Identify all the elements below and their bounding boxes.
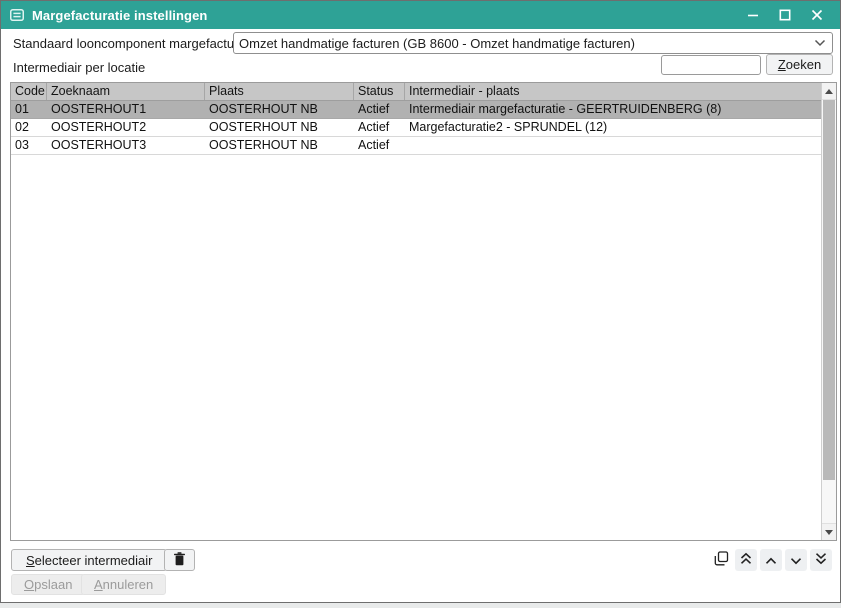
table-row[interactable]: 02 OOSTERHOUT2 OOSTERHOUT NB Actief Marg… (11, 119, 821, 137)
form-window-icon (10, 9, 24, 21)
column-header-status[interactable]: Status (354, 83, 405, 100)
table-body: 01 OOSTERHOUT1 OOSTERHOUT NB Actief Inte… (11, 101, 821, 540)
triangle-down-icon (825, 530, 833, 535)
trash-icon (173, 552, 186, 569)
copy-icon (714, 551, 729, 569)
next-record-button[interactable] (785, 549, 807, 571)
column-header-code[interactable]: Code (11, 83, 47, 100)
cell-status: Actief (354, 101, 405, 118)
triangle-up-icon (825, 89, 833, 94)
previous-record-button[interactable] (760, 549, 782, 571)
intermediair-table: Code Zoeknaam Plaats Status Intermediair… (10, 82, 837, 541)
cell-code: 01 (11, 101, 47, 118)
chevron-down-icon (814, 39, 826, 47)
cell-code: 03 (11, 137, 47, 154)
chevron-down-icon (790, 553, 802, 568)
cell-zoeknaam: OOSTERHOUT3 (47, 137, 205, 154)
margefacturatie-window: Margefacturatie instellingen Standaard l… (0, 0, 841, 603)
minimize-button[interactable] (744, 6, 762, 24)
first-record-button[interactable] (735, 549, 757, 571)
window-title: Margefacturatie instellingen (32, 8, 207, 23)
scroll-down-button[interactable] (822, 523, 836, 540)
cell-code: 02 (11, 119, 47, 136)
opslaan-button[interactable]: Opslaan (11, 574, 85, 595)
cell-plaats: OOSTERHOUT NB (205, 119, 354, 136)
column-header-plaats[interactable]: Plaats (205, 83, 354, 100)
double-chevron-up-icon (740, 552, 752, 568)
vertical-scrollbar[interactable] (821, 83, 836, 540)
selecteer-intermediair-button[interactable]: Selecteer intermediair (11, 549, 167, 571)
record-navigation (710, 549, 832, 571)
delete-button[interactable] (164, 549, 195, 571)
table-row[interactable]: 03 OOSTERHOUT3 OOSTERHOUT NB Actief (11, 137, 821, 155)
scrollbar-thumb[interactable] (823, 100, 835, 480)
window-controls (744, 6, 826, 24)
table-header: Code Zoeknaam Plaats Status Intermediair… (11, 83, 821, 101)
chevron-up-icon (765, 553, 777, 568)
cell-intermediair: Margefacturatie2 - SPRUNDEL (12) (405, 119, 821, 136)
column-header-zoeknaam[interactable]: Zoeknaam (47, 83, 205, 100)
scroll-up-button[interactable] (822, 83, 836, 100)
cell-zoeknaam: OOSTERHOUT1 (47, 101, 205, 118)
cell-status: Actief (354, 137, 405, 154)
close-button[interactable] (808, 6, 826, 24)
looncomponent-label: Standaard looncomponent margefacturatie (13, 36, 259, 51)
cell-plaats: OOSTERHOUT NB (205, 137, 354, 154)
search-input[interactable] (661, 55, 761, 75)
double-chevron-down-icon (815, 552, 827, 568)
cell-zoeknaam: OOSTERHOUT2 (47, 119, 205, 136)
cell-status: Actief (354, 119, 405, 136)
cell-plaats: OOSTERHOUT NB (205, 101, 354, 118)
table-row[interactable]: 01 OOSTERHOUT1 OOSTERHOUT NB Actief Inte… (11, 101, 821, 119)
zoeken-button[interactable]: Zoeken (766, 54, 833, 75)
maximize-button[interactable] (776, 6, 794, 24)
intermediair-per-locatie-label: Intermediair per locatie (13, 60, 145, 75)
titlebar: Margefacturatie instellingen (1, 1, 840, 29)
looncomponent-selected-value: Omzet handmatige facturen (GB 8600 - Omz… (234, 36, 814, 51)
looncomponent-select[interactable]: Omzet handmatige facturen (GB 8600 - Omz… (233, 32, 833, 54)
cell-intermediair: Intermediair margefacturatie - GEERTRUID… (405, 101, 821, 118)
annuleren-button[interactable]: Annuleren (81, 574, 166, 595)
copy-button[interactable] (710, 549, 732, 571)
column-header-intermediair-plaats[interactable]: Intermediair - plaats (405, 83, 821, 100)
cell-intermediair (405, 137, 821, 154)
last-record-button[interactable] (810, 549, 832, 571)
